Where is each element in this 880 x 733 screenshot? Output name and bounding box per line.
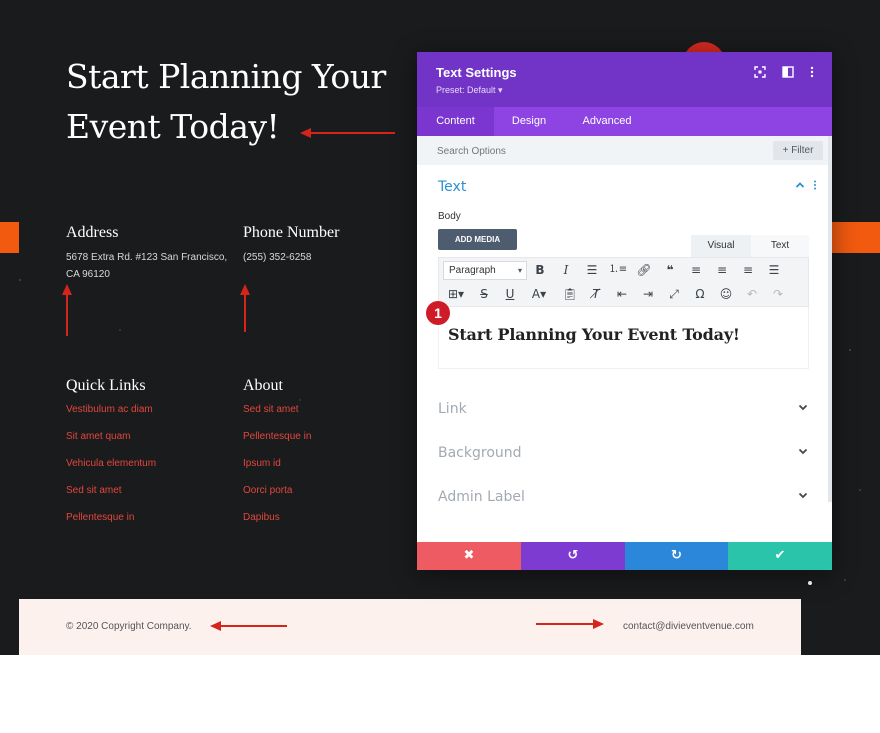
decorative-dot — [808, 581, 812, 585]
about-link[interactable]: Pellentesque in — [243, 431, 311, 458]
paste-icon[interactable]: 📋︎ — [559, 282, 581, 306]
accent-bar-left — [0, 222, 19, 253]
about-link[interactable]: Dapibus — [243, 512, 311, 539]
section-link[interactable]: Link — [438, 401, 808, 421]
italic-icon[interactable]: I — [555, 258, 577, 282]
table-icon[interactable]: ⊞▾ — [443, 282, 469, 306]
align-center-icon[interactable]: ≡ — [711, 258, 733, 282]
focus-icon[interactable] — [753, 66, 767, 80]
accent-bar-right — [832, 222, 880, 253]
editor-toolbar: Paragraph ▾ B I ☰ ⒈≡ 🔗︎ ❝ ≡ ≡ ≡ ☰ ⊞▾ S U… — [438, 257, 809, 307]
tab-advanced[interactable]: Advanced — [568, 107, 646, 136]
about-title: About — [243, 377, 283, 394]
quick-link[interactable]: Sit amet quam — [66, 431, 156, 458]
more-options-icon[interactable] — [805, 66, 819, 80]
body-label: Body — [438, 211, 461, 222]
bullet-list-icon[interactable]: ☰ — [581, 258, 603, 282]
chevron-down-icon — [798, 402, 808, 415]
tab-content[interactable]: Content — [417, 107, 494, 136]
numbered-list-icon[interactable]: ⒈≡ — [607, 258, 629, 282]
copyright-text: © 2020 Copyright Company. — [66, 621, 192, 632]
page-footer: © 2020 Copyright Company. contact@diviev… — [19, 599, 801, 655]
discard-button[interactable]: ✖ — [417, 542, 521, 570]
special-char-icon[interactable]: Ω — [689, 282, 711, 306]
quick-link[interactable]: Vehicula elementum — [66, 458, 156, 485]
address-text: 5678 Extra Rd. #123 San Francisco, CA 96… — [66, 252, 228, 280]
strikethrough-icon[interactable]: S — [473, 282, 495, 306]
about-link[interactable]: Ipsum id — [243, 458, 311, 485]
tab-design[interactable]: Design — [494, 107, 564, 136]
section-more-icon[interactable] — [812, 180, 818, 193]
section-background-label: Background — [438, 445, 522, 461]
redo-button[interactable]: ↻ — [625, 542, 728, 570]
emoji-icon[interactable]: ☺ — [715, 282, 737, 306]
modal-title: Text Settings — [436, 65, 517, 80]
undo-icon[interactable]: ↶ — [741, 282, 763, 306]
paragraph-select[interactable]: Paragraph ▾ — [443, 261, 527, 280]
clear-format-icon[interactable]: T̸ — [585, 282, 607, 306]
undo-button[interactable]: ↺ — [521, 542, 625, 570]
text-settings-modal: Text Settings Preset: Default ▾ Content … — [417, 52, 832, 570]
page-headline: Start Planning Your Event Today! — [66, 57, 386, 146]
modal-action-bar: ✖ ↺ ↻ ✔ — [417, 542, 832, 570]
search-options-input[interactable] — [437, 142, 757, 160]
fullscreen-icon[interactable]: ⤢ — [663, 282, 685, 306]
section-admin-label-label: Admin Label — [438, 489, 525, 505]
underline-icon[interactable]: U — [499, 282, 521, 306]
outdent-icon[interactable]: ⇤ — [611, 282, 633, 306]
chevron-up-icon[interactable] — [795, 180, 805, 193]
section-link-label: Link — [438, 401, 467, 417]
section-admin-label[interactable]: Admin Label — [438, 489, 808, 509]
link-icon[interactable]: 🔗︎ — [633, 258, 655, 282]
about-links-list: Sed sit amet Pellentesque in Ipsum id Oo… — [243, 404, 311, 539]
editor-content-area[interactable]: Start Planning Your Event Today! — [438, 307, 809, 369]
toolbar-row-2: ⊞▾ S U A▾ 📋︎ T̸ ⇤ ⇥ ⤢ Ω ☺ ↶ ↷ — [439, 282, 810, 306]
address-title: Address — [66, 224, 119, 241]
quick-links-list: Vestibulum ac diam Sit amet quam Vehicul… — [66, 404, 156, 539]
quick-link[interactable]: Sed sit amet — [66, 485, 156, 512]
indent-icon[interactable]: ⇥ — [637, 282, 659, 306]
quick-link[interactable]: Vestibulum ac diam — [66, 404, 156, 431]
phone-title: Phone Number — [243, 224, 340, 241]
paragraph-select-value: Paragraph — [449, 265, 496, 276]
tab-text[interactable]: Text — [751, 235, 809, 257]
text-section-title[interactable]: Text — [438, 179, 466, 195]
editor-text: Start Planning Your Event Today! — [448, 325, 740, 344]
chevron-down-icon: ▾ — [517, 266, 522, 275]
blockquote-icon[interactable]: ❝ — [659, 258, 681, 282]
settings-tabs: Content Design Advanced — [417, 107, 832, 136]
redo-icon[interactable]: ↷ — [767, 282, 789, 306]
filter-button[interactable]: + Filter — [773, 141, 823, 160]
about-link[interactable]: Oorci porta — [243, 485, 311, 512]
chevron-down-icon — [798, 446, 808, 459]
annotation-badge: 1 — [426, 301, 450, 325]
section-background[interactable]: Background — [438, 445, 808, 465]
add-media-button[interactable]: ADD MEDIA — [438, 229, 517, 250]
modal-scrollbar[interactable] — [828, 136, 832, 502]
search-options-bar: + Filter — [417, 136, 828, 165]
justify-icon[interactable]: ☰ — [763, 258, 785, 282]
chevron-down-icon — [798, 490, 808, 503]
align-left-icon[interactable]: ≡ — [685, 258, 707, 282]
phone-text: (255) 352-6258 — [243, 252, 312, 263]
tab-visual[interactable]: Visual — [691, 235, 751, 257]
bold-icon[interactable]: B — [529, 258, 551, 282]
toolbar-row-1: Paragraph ▾ B I ☰ ⒈≡ 🔗︎ ❝ ≡ ≡ ≡ ☰ — [439, 258, 810, 282]
save-button[interactable]: ✔ — [728, 542, 832, 570]
preset-dropdown[interactable]: Preset: Default ▾ — [436, 85, 503, 96]
align-right-icon[interactable]: ≡ — [737, 258, 759, 282]
quick-links-title: Quick Links — [66, 377, 146, 394]
split-view-icon[interactable] — [781, 66, 795, 80]
text-color-icon[interactable]: A▾ — [525, 282, 553, 306]
contact-email[interactable]: contact@divieventvenue.com — [623, 621, 754, 632]
about-link[interactable]: Sed sit amet — [243, 404, 311, 431]
quick-link[interactable]: Pellentesque in — [66, 512, 156, 539]
modal-header: Text Settings Preset: Default ▾ — [417, 52, 832, 107]
